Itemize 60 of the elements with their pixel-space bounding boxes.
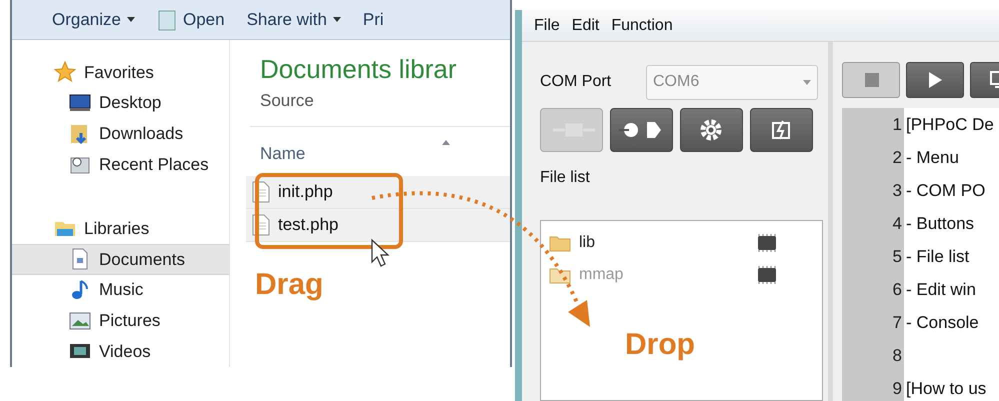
toolbar-button[interactable]: Pri — [362, 6, 384, 32]
menu-item[interactable]: Function — [611, 14, 673, 38]
nav-item[interactable]: Downloads — [12, 118, 229, 150]
toolbar-button[interactable]: Open — [156, 6, 225, 32]
editor-button[interactable] — [906, 62, 964, 98]
folder-icon — [549, 266, 571, 284]
line-number: 1 — [892, 114, 902, 136]
file-list-label: File list — [540, 168, 591, 188]
star-icon — [54, 61, 76, 84]
line-number: 4 — [892, 213, 902, 235]
drop-label: Drop — [625, 327, 695, 363]
com-port-label: COM Port — [540, 72, 612, 92]
folder-item[interactable]: lib — [549, 231, 596, 255]
code-line: [How to us — [906, 378, 988, 400]
file-row[interactable]: test.php — [246, 208, 510, 242]
code-line: - Console — [906, 312, 980, 334]
cursor-icon — [371, 238, 390, 267]
code-line: - COM PO — [906, 180, 986, 202]
line-number: 6 — [892, 279, 902, 301]
column-header[interactable]: Name — [250, 126, 510, 172]
file-row[interactable]: init.php — [246, 176, 510, 208]
caret-icon — [126, 17, 135, 22]
code-line: - Buttons — [906, 213, 976, 235]
code-line: [PHPoC De — [906, 114, 995, 136]
nav-item[interactable]: Recent Places — [12, 149, 229, 180]
line-number: 2 — [892, 147, 902, 169]
library-title: Documents librar — [260, 53, 458, 86]
code-line: - File list — [906, 246, 970, 268]
caret-icon — [332, 17, 341, 22]
code-line: - Edit win — [906, 279, 977, 301]
nav-item[interactable]: Music — [12, 274, 229, 306]
nav-item[interactable]: Videos — [12, 336, 229, 367]
picture-frame-icon — [69, 310, 91, 332]
folder-icon — [549, 234, 571, 252]
code-line: - Menu — [906, 147, 960, 169]
toolbar-button[interactable]: Organize — [52, 6, 135, 32]
line-number: 5 — [892, 246, 902, 268]
toolbar-button[interactable] — [750, 108, 813, 152]
nav-item[interactable]: Pictures — [12, 305, 229, 336]
menu-item[interactable]: File — [534, 14, 560, 38]
line-number: 3 — [892, 180, 902, 202]
notepad-icon — [156, 8, 177, 30]
nav-item[interactable]: Favorites — [12, 57, 229, 88]
nav-item[interactable]: Documents — [12, 244, 229, 275]
music-note-icon — [69, 279, 91, 302]
menu-item[interactable]: Edit — [572, 14, 600, 38]
nav-item[interactable]: Libraries — [12, 213, 229, 244]
library-subtitle: Source — [260, 90, 315, 112]
nav-item[interactable]: Desktop — [12, 88, 229, 119]
line-number: 8 — [892, 345, 902, 367]
chip-icon — [755, 232, 779, 254]
toolbar-button[interactable] — [680, 108, 743, 152]
toolbar-button[interactable] — [610, 108, 673, 152]
line-number: 7 — [892, 312, 902, 334]
sort-arrow-icon — [442, 140, 450, 144]
chip-icon — [755, 264, 779, 286]
caret-icon — [803, 80, 811, 84]
line-number: 9 — [892, 378, 902, 400]
toolbar-button[interactable]: Share with — [246, 6, 341, 32]
drag-label: Drag — [255, 267, 324, 303]
